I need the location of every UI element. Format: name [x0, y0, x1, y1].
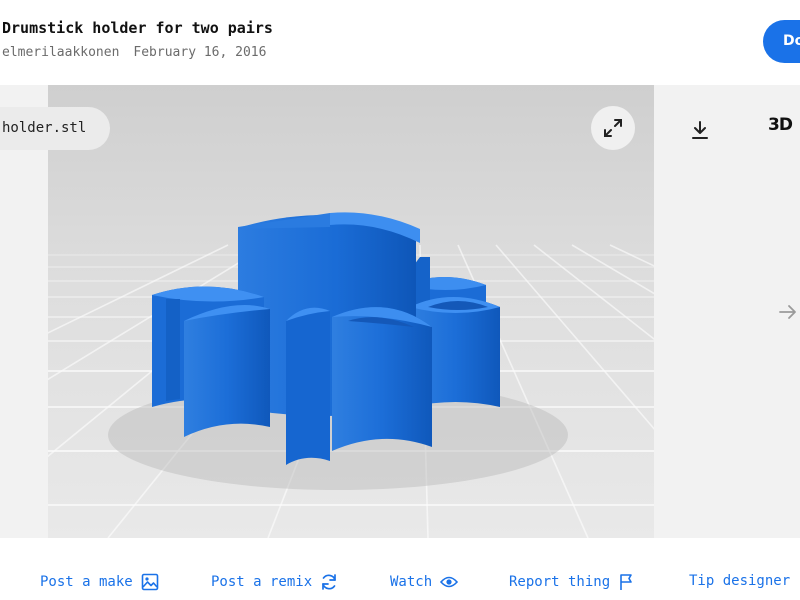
refresh-icon — [322, 574, 337, 590]
page-title: Drumstick holder for two pairs — [2, 19, 273, 37]
watch-label: Watch — [390, 574, 433, 590]
download-file-button[interactable] — [680, 110, 720, 150]
publish-date: February 16, 2016 — [133, 45, 267, 60]
expand-icon — [604, 119, 622, 137]
post-make-label: Post a make — [40, 574, 133, 590]
eye-icon — [440, 576, 459, 588]
post-remix-label: Post a remix — [211, 574, 313, 590]
action-bar: Post a make Post a remix Watch Report th… — [0, 538, 800, 600]
viewer-left-panel — [0, 85, 48, 538]
flag-icon — [620, 574, 632, 590]
report-thing-label: Report thing — [509, 574, 611, 590]
author-link[interactable]: elmerilaakkonen — [2, 45, 119, 60]
model-render — [48, 85, 654, 538]
watch-button[interactable]: Watch — [390, 573, 459, 591]
view-3d-button[interactable]: 3D — [768, 115, 793, 135]
post-remix-button[interactable]: Post a remix — [211, 573, 338, 591]
image-icon — [141, 573, 159, 591]
next-image-button[interactable] — [776, 300, 800, 324]
file-name-pill[interactable]: holder.stl — [0, 107, 110, 150]
report-thing-button[interactable]: Report thing — [509, 573, 636, 591]
tip-designer-label: Tip designer — [689, 573, 791, 589]
expand-button[interactable] — [591, 106, 635, 150]
download-icon — [692, 121, 708, 139]
thing-meta: elmerilaakkonen February 16, 2016 — [2, 45, 266, 60]
post-make-button[interactable]: Post a make — [40, 573, 159, 591]
model-viewer[interactable] — [48, 85, 654, 538]
download-all-button[interactable]: Download — [763, 20, 800, 63]
tip-designer-button[interactable]: Tip designer — [689, 573, 790, 589]
thing-header: Drumstick holder for two pairs elmerilaa… — [0, 0, 800, 85]
arrow-right-icon — [779, 305, 796, 319]
